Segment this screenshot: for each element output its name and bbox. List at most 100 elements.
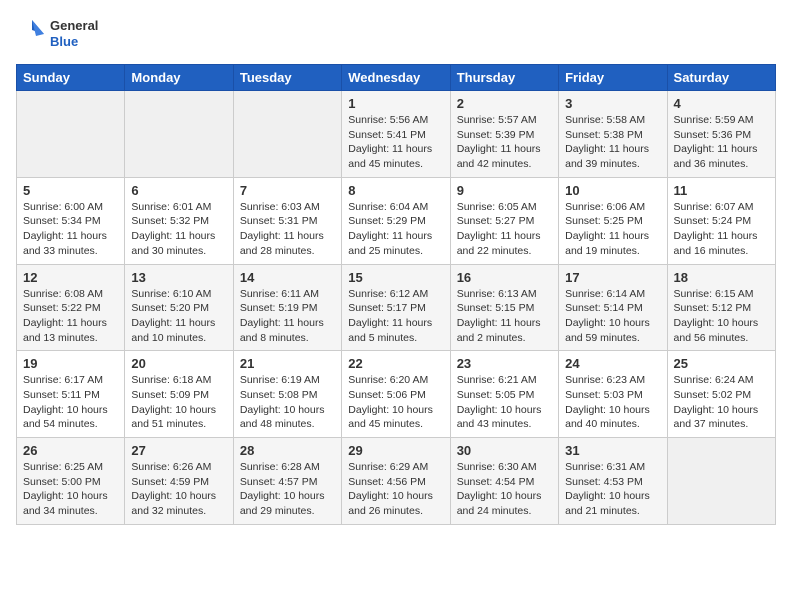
weekday-header: Wednesday [342, 65, 450, 91]
calendar-cell [17, 91, 125, 178]
day-info: Sunrise: 6:03 AM Sunset: 5:31 PM Dayligh… [240, 200, 335, 259]
day-number: 29 [348, 443, 443, 458]
day-number: 25 [674, 356, 769, 371]
calendar-cell: 21 Sunrise: 6:19 AM Sunset: 5:08 PM Dayli… [233, 351, 341, 438]
day-number: 8 [348, 183, 443, 198]
calendar-cell: 6Sunrise: 6:01 AM Sunset: 5:32 PM Daylig… [125, 177, 233, 264]
day-number: 12 [23, 270, 118, 285]
day-number: 27 [131, 443, 226, 458]
calendar-cell: 23Sunrise: 6:21 AM Sunset: 5:05 PM Dayli… [450, 351, 558, 438]
day-number: 16 [457, 270, 552, 285]
calendar-cell [233, 91, 341, 178]
day-info: Sunrise: 6:12 AM Sunset: 5:17 PM Dayligh… [348, 287, 443, 346]
weekday-header: Sunday [17, 65, 125, 91]
day-info: Sunrise: 6:25 AM Sunset: 5:00 PM Dayligh… [23, 460, 118, 519]
calendar-cell: 9Sunrise: 6:05 AM Sunset: 5:27 PM Daylig… [450, 177, 558, 264]
calendar-week-row: 1 Sunrise: 5:56 AM Sunset: 5:41 PM Daylig… [17, 91, 776, 178]
calendar-cell: 29 Sunrise: 6:29 AM Sunset: 4:56 PM Dayli… [342, 438, 450, 525]
day-info: Sunrise: 5:56 AM Sunset: 5:41 PM Dayligh… [348, 113, 443, 172]
day-info: Sunrise: 6:00 AM Sunset: 5:34 PM Dayligh… [23, 200, 118, 259]
day-number: 10 [565, 183, 660, 198]
day-info: Sunrise: 6:17 AM Sunset: 5:11 PM Dayligh… [23, 373, 118, 432]
calendar-cell: 4 Sunrise: 5:59 AM Sunset: 5:36 PM Daylig… [667, 91, 775, 178]
calendar-week-row: 5Sunrise: 6:00 AM Sunset: 5:34 PM Daylig… [17, 177, 776, 264]
day-number: 6 [131, 183, 226, 198]
day-number: 13 [131, 270, 226, 285]
calendar-week-row: 12 Sunrise: 6:08 AM Sunset: 5:22 PM Dayli… [17, 264, 776, 351]
day-number: 2 [457, 96, 552, 111]
calendar-cell: 17 Sunrise: 6:14 AM Sunset: 5:14 PM Dayli… [559, 264, 667, 351]
day-number: 1 [348, 96, 443, 111]
day-number: 22 [348, 356, 443, 371]
day-number: 26 [23, 443, 118, 458]
day-number: 19 [23, 356, 118, 371]
calendar-cell: 30 Sunrise: 6:30 AM Sunset: 4:54 PM Dayli… [450, 438, 558, 525]
day-number: 9 [457, 183, 552, 198]
day-info: Sunrise: 6:10 AM Sunset: 5:20 PM Dayligh… [131, 287, 226, 346]
day-info: Sunrise: 6:23 AM Sunset: 5:03 PM Dayligh… [565, 373, 660, 432]
logo-bird-icon [16, 16, 48, 52]
calendar-cell: 19 Sunrise: 6:17 AM Sunset: 5:11 PM Dayli… [17, 351, 125, 438]
logo-blue: Blue [50, 34, 98, 50]
day-info: Sunrise: 6:19 AM Sunset: 5:08 PM Dayligh… [240, 373, 335, 432]
calendar-cell: 10 Sunrise: 6:06 AM Sunset: 5:25 PM Dayli… [559, 177, 667, 264]
weekday-header-row: SundayMondayTuesdayWednesdayThursdayFrid… [17, 65, 776, 91]
calendar-cell: 31 Sunrise: 6:31 AM Sunset: 4:53 PM Dayli… [559, 438, 667, 525]
day-info: Sunrise: 6:15 AM Sunset: 5:12 PM Dayligh… [674, 287, 769, 346]
day-info: Sunrise: 6:30 AM Sunset: 4:54 PM Dayligh… [457, 460, 552, 519]
day-number: 3 [565, 96, 660, 111]
calendar-cell: 13 Sunrise: 6:10 AM Sunset: 5:20 PM Dayli… [125, 264, 233, 351]
calendar-cell [125, 91, 233, 178]
calendar-cell [667, 438, 775, 525]
day-info: Sunrise: 6:07 AM Sunset: 5:24 PM Dayligh… [674, 200, 769, 259]
day-info: Sunrise: 6:31 AM Sunset: 4:53 PM Dayligh… [565, 460, 660, 519]
calendar-cell: 15 Sunrise: 6:12 AM Sunset: 5:17 PM Dayli… [342, 264, 450, 351]
day-number: 14 [240, 270, 335, 285]
day-number: 30 [457, 443, 552, 458]
day-info: Sunrise: 6:06 AM Sunset: 5:25 PM Dayligh… [565, 200, 660, 259]
calendar-cell: 22 Sunrise: 6:20 AM Sunset: 5:06 PM Dayli… [342, 351, 450, 438]
calendar-week-row: 19 Sunrise: 6:17 AM Sunset: 5:11 PM Dayli… [17, 351, 776, 438]
calendar-cell: 2 Sunrise: 5:57 AM Sunset: 5:39 PM Daylig… [450, 91, 558, 178]
calendar-cell: 20 Sunrise: 6:18 AM Sunset: 5:09 PM Dayli… [125, 351, 233, 438]
weekday-header: Saturday [667, 65, 775, 91]
calendar-cell: 3Sunrise: 5:58 AM Sunset: 5:38 PM Daylig… [559, 91, 667, 178]
day-info: Sunrise: 6:26 AM Sunset: 4:59 PM Dayligh… [131, 460, 226, 519]
day-number: 23 [457, 356, 552, 371]
calendar-cell: 28Sunrise: 6:28 AM Sunset: 4:57 PM Dayli… [233, 438, 341, 525]
day-info: Sunrise: 5:57 AM Sunset: 5:39 PM Dayligh… [457, 113, 552, 172]
day-number: 4 [674, 96, 769, 111]
day-number: 21 [240, 356, 335, 371]
calendar-cell: 27 Sunrise: 6:26 AM Sunset: 4:59 PM Dayli… [125, 438, 233, 525]
day-info: Sunrise: 6:29 AM Sunset: 4:56 PM Dayligh… [348, 460, 443, 519]
calendar-cell: 5Sunrise: 6:00 AM Sunset: 5:34 PM Daylig… [17, 177, 125, 264]
day-number: 20 [131, 356, 226, 371]
calendar-cell: 26 Sunrise: 6:25 AM Sunset: 5:00 PM Dayli… [17, 438, 125, 525]
day-number: 24 [565, 356, 660, 371]
calendar-cell: 14 Sunrise: 6:11 AM Sunset: 5:19 PM Dayli… [233, 264, 341, 351]
day-number: 17 [565, 270, 660, 285]
day-info: Sunrise: 6:08 AM Sunset: 5:22 PM Dayligh… [23, 287, 118, 346]
day-number: 11 [674, 183, 769, 198]
day-info: Sunrise: 6:14 AM Sunset: 5:14 PM Dayligh… [565, 287, 660, 346]
day-number: 28 [240, 443, 335, 458]
logo-general: General [50, 18, 98, 34]
calendar-cell: 18 Sunrise: 6:15 AM Sunset: 5:12 PM Dayli… [667, 264, 775, 351]
day-number: 18 [674, 270, 769, 285]
day-info: Sunrise: 6:13 AM Sunset: 5:15 PM Dayligh… [457, 287, 552, 346]
calendar-cell: 16 Sunrise: 6:13 AM Sunset: 5:15 PM Dayli… [450, 264, 558, 351]
page-header: General Blue [16, 16, 776, 52]
day-info: Sunrise: 6:11 AM Sunset: 5:19 PM Dayligh… [240, 287, 335, 346]
weekday-header: Monday [125, 65, 233, 91]
day-number: 15 [348, 270, 443, 285]
weekday-header: Thursday [450, 65, 558, 91]
day-info: Sunrise: 5:59 AM Sunset: 5:36 PM Dayligh… [674, 113, 769, 172]
day-info: Sunrise: 6:20 AM Sunset: 5:06 PM Dayligh… [348, 373, 443, 432]
calendar-cell: 12 Sunrise: 6:08 AM Sunset: 5:22 PM Dayli… [17, 264, 125, 351]
calendar-cell: 8Sunrise: 6:04 AM Sunset: 5:29 PM Daylig… [342, 177, 450, 264]
day-number: 31 [565, 443, 660, 458]
calendar-cell: 7Sunrise: 6:03 AM Sunset: 5:31 PM Daylig… [233, 177, 341, 264]
weekday-header: Tuesday [233, 65, 341, 91]
day-info: Sunrise: 6:24 AM Sunset: 5:02 PM Dayligh… [674, 373, 769, 432]
day-info: Sunrise: 6:18 AM Sunset: 5:09 PM Dayligh… [131, 373, 226, 432]
